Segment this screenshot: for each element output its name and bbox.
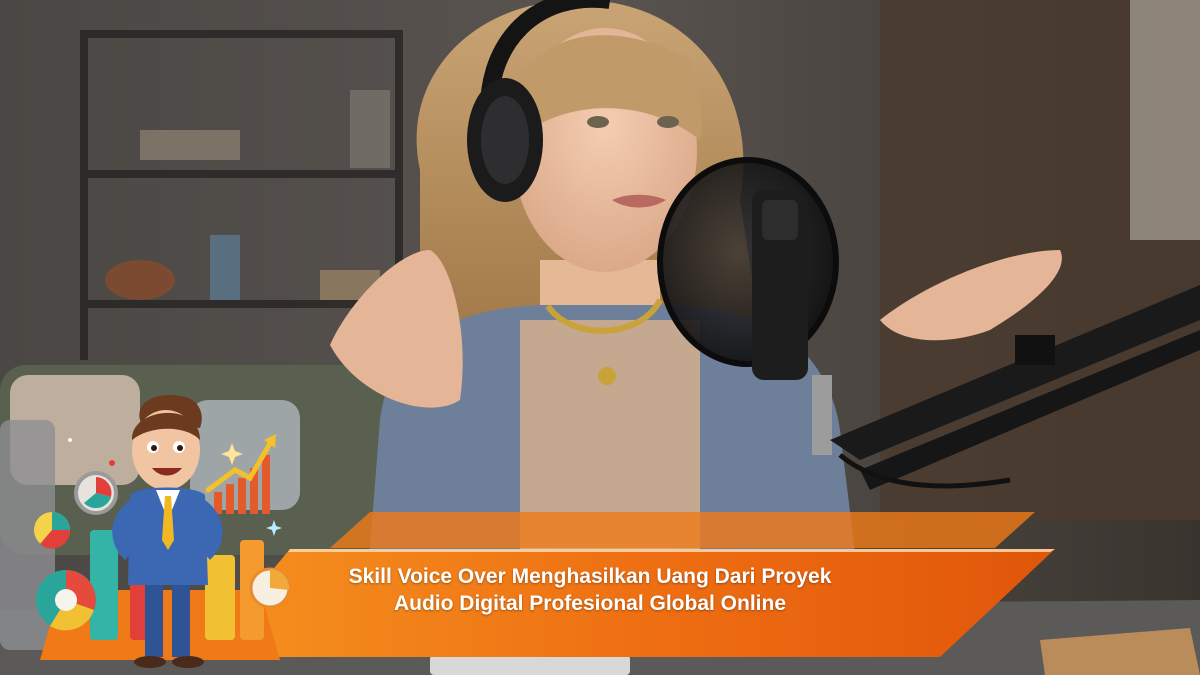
banner-title-line-1: Skill Voice Over Menghasilkan Uang Dari … — [348, 565, 832, 588]
banner-title-line-2: Audio Digital Profesional Global Online — [393, 592, 787, 615]
window-light — [1130, 0, 1200, 240]
banner-title: Skill Voice Over Menghasilkan Uang Dari … — [300, 563, 880, 617]
thumbnail-scene: Skill Voice Over Menghasilkan Uang Dari … — [0, 0, 1200, 675]
